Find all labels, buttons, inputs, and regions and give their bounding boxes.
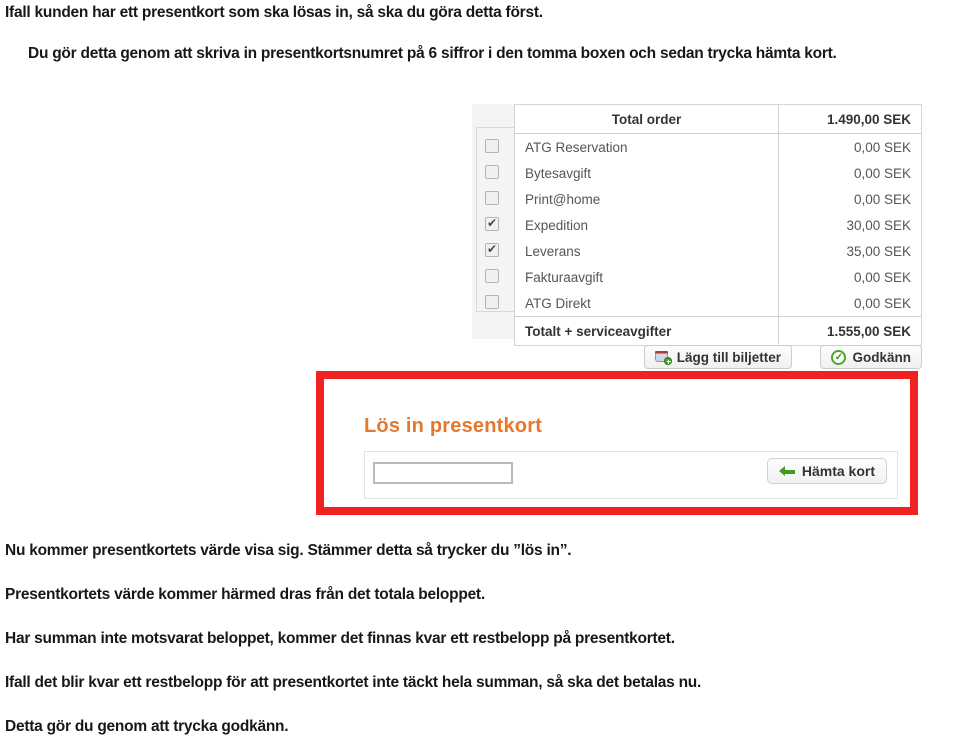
row-label-atg-reservation: ATG Reservation: [525, 139, 628, 155]
row-amount-fakturaavgift: 0,00 SEK: [778, 264, 922, 290]
gift-card-title: Lös in presentkort: [364, 415, 543, 437]
gift-card-number-input[interactable]: [373, 462, 513, 484]
checkbox-expedition[interactable]: [485, 215, 499, 231]
table-row[interactable]: Bytesavgift 0,00 SEK: [515, 160, 922, 186]
body-paragraph-6: Ifall det blir kvar ett restbelopp för a…: [5, 674, 702, 691]
checkbox-atg-direkt[interactable]: [485, 295, 499, 309]
gift-card-panel: Lös in presentkort Hämta kort: [324, 379, 910, 507]
gift-card-highlight-box: Lös in presentkort Hämta kort: [316, 371, 918, 515]
order-summary-screenshot-inner: Total order 1.490,00 SEK ATG Reservation…: [472, 104, 922, 346]
table-row[interactable]: Fakturaavgift 0,00 SEK: [515, 264, 922, 290]
approve-label: Godkänn: [852, 349, 911, 365]
fetch-card-label: Hämta kort: [801, 463, 875, 479]
row-label-expedition: Expedition: [525, 217, 589, 233]
approve-button[interactable]: Godkänn: [820, 345, 922, 369]
table-header-row: Total order 1.490,00 SEK: [514, 104, 922, 134]
table-row[interactable]: Print@home 0,00 SEK: [515, 186, 922, 212]
table-row[interactable]: Expedition 30,00 SEK: [515, 212, 922, 238]
row-amount-atg-direkt: 0,00 SEK: [778, 290, 922, 317]
shopping-cart-add-icon: [654, 350, 672, 365]
total-order-amount: 1.490,00 SEK: [778, 104, 922, 134]
checkbox-atg-reservation[interactable]: [485, 139, 499, 153]
row-label-bytesavgift: Bytesavgift: [525, 165, 592, 181]
body-paragraph-5: Har summan inte motsvarat beloppet, komm…: [5, 630, 675, 647]
checkbox-leverans[interactable]: [485, 241, 499, 257]
add-tickets-label: Lägg till biljetter: [676, 349, 781, 365]
fetch-card-button[interactable]: Hämta kort: [766, 458, 887, 484]
row-amount-bytesavgift: 0,00 SEK: [778, 160, 922, 186]
add-tickets-button[interactable]: Lägg till biljetter: [643, 345, 792, 369]
grand-total-label: Totalt + serviceavgifter: [514, 316, 779, 346]
row-amount-expedition: 30,00 SEK: [778, 212, 922, 238]
table-total-row: Totalt + serviceavgifter 1.555,00 SEK: [514, 316, 922, 346]
intro-paragraph-2: Du gör detta genom att skriva in present…: [28, 45, 837, 62]
row-amount-leverans: 35,00 SEK: [778, 238, 922, 264]
row-amount-atg-reservation: 0,00 SEK: [778, 133, 922, 160]
intro-paragraph-1: Ifall kunden har ett presentkort som ska…: [5, 4, 543, 21]
order-summary-table: Total order 1.490,00 SEK ATG Reservation…: [514, 104, 922, 346]
body-paragraph-3: Nu kommer presentkortets värde visa sig.…: [5, 542, 572, 559]
order-actions-row: Lägg till biljetter Godkänn: [472, 345, 922, 371]
body-paragraph-7: Detta gör du genom att trycka godkänn.: [5, 718, 289, 735]
arrow-left-icon: [778, 466, 795, 476]
row-label-atg-direkt: ATG Direkt: [525, 295, 591, 311]
table-row[interactable]: ATG Reservation 0,00 SEK: [515, 133, 922, 160]
total-order-label: Total order: [514, 104, 779, 134]
table-row[interactable]: Leverans 35,00 SEK: [515, 238, 922, 264]
row-label-print-at-home: Print@home: [525, 191, 601, 207]
order-summary-screenshot: Total order 1.490,00 SEK ATG Reservation…: [472, 104, 922, 346]
row-label-leverans: Leverans: [525, 243, 581, 259]
table-row[interactable]: ATG Direkt 0,00 SEK: [515, 290, 922, 317]
row-label-fakturaavgift: Fakturaavgift: [525, 269, 604, 285]
grand-total-amount: 1.555,00 SEK: [778, 316, 922, 346]
checkbox-fakturaavgift[interactable]: [485, 269, 499, 283]
check-circle-icon: [831, 349, 847, 365]
checkbox-print-at-home[interactable]: [485, 191, 499, 205]
checkbox-bytesavgift[interactable]: [485, 165, 499, 179]
body-paragraph-4: Presentkortets värde kommer härmed dras …: [5, 586, 485, 603]
row-amount-print-at-home: 0,00 SEK: [778, 186, 922, 212]
gift-card-form: Hämta kort: [364, 451, 898, 499]
